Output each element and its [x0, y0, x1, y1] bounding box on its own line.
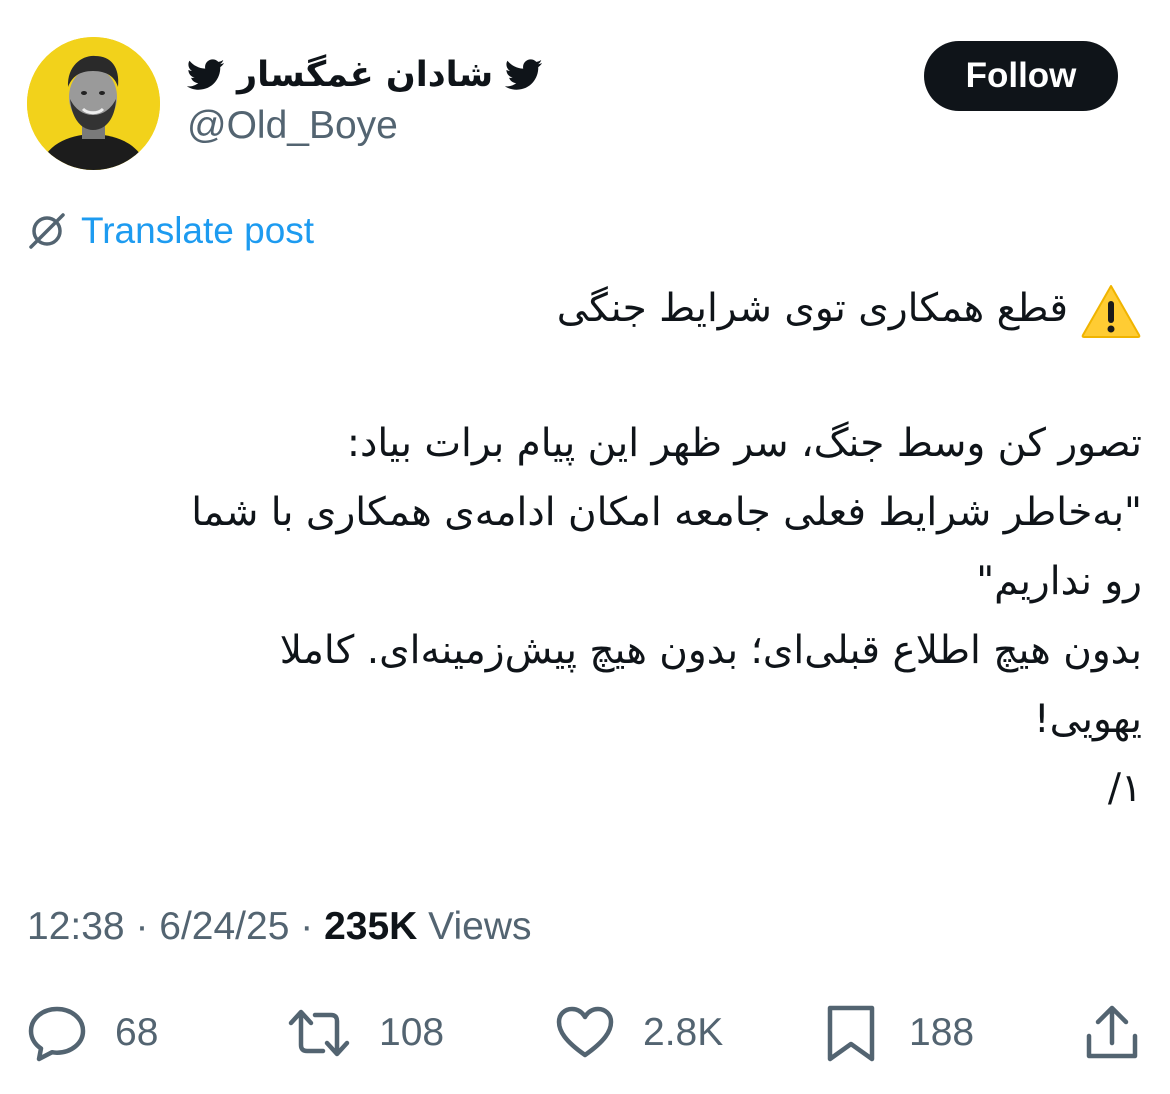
profile-photo	[27, 37, 160, 170]
post-line-2: تصور کن وسط جنگ، سر ظهر این پیام برات بی…	[346, 421, 1142, 466]
repost-icon	[288, 1009, 350, 1057]
post-line-3: "به‌خاطر شرایط فعلی جامعه امکان ادامه‌ی …	[191, 490, 1142, 535]
meta-separator: ·	[289, 905, 325, 948]
meta-separator: ·	[124, 905, 160, 948]
warning-icon	[1081, 284, 1141, 338]
author-handle[interactable]: @Old_Boye	[187, 104, 543, 148]
bird-icon	[187, 59, 225, 90]
share-button[interactable]	[1082, 1000, 1142, 1066]
bookmark-icon	[827, 1005, 875, 1062]
like-button[interactable]: 2.8K	[555, 1000, 723, 1066]
heart-icon	[556, 1006, 614, 1058]
translate-post-link[interactable]: Translate post	[27, 210, 314, 252]
post-line-1-text: قطع همکاری توی شرایط جنگی	[556, 286, 1068, 331]
display-name-row[interactable]: شادان غمگسار	[187, 48, 543, 102]
bookmark-button[interactable]: 188	[821, 1000, 974, 1066]
reply-count: 68	[115, 1011, 159, 1054]
bird-icon	[505, 59, 543, 90]
author-names: شادان غمگسار @Old_Boye	[187, 48, 543, 148]
reply-button[interactable]: 68	[27, 1000, 158, 1066]
post-line-7: ۱/	[1107, 766, 1142, 811]
post-line-1: قطع همکاری توی شرایط جنگی	[24, 280, 1142, 339]
post-meta: 12:38 · 6/24/25 · 235K Views	[27, 905, 531, 949]
share-icon	[1086, 1005, 1138, 1059]
post-date[interactable]: 6/24/25	[159, 905, 289, 949]
display-name: شادان غمگسار	[237, 55, 494, 95]
views-label	[417, 905, 428, 949]
post-time[interactable]: 12:38	[27, 905, 125, 949]
reply-icon	[28, 1006, 86, 1062]
action-bar: 68 108 2.8K 188	[27, 1000, 1142, 1066]
bookmark-count: 188	[909, 1011, 975, 1054]
translate-icon	[29, 213, 65, 249]
views-count: 235K	[324, 905, 418, 948]
follow-button[interactable]: Follow	[924, 41, 1118, 111]
avatar[interactable]	[27, 37, 160, 170]
views-label-text: Views	[428, 905, 532, 948]
like-count: 2.8K	[643, 1011, 724, 1054]
repost-count: 108	[379, 1011, 445, 1054]
translate-post-label: Translate post	[81, 210, 315, 251]
post-line-6: یهویی!	[1034, 697, 1142, 742]
post-line-4: رو نداریم"	[976, 559, 1142, 604]
post-line-5: بدون هیچ اطلاع قبلی‌ای؛ بدون هیچ پیش‌زمی…	[279, 628, 1142, 673]
repost-button[interactable]: 108	[287, 1000, 444, 1066]
